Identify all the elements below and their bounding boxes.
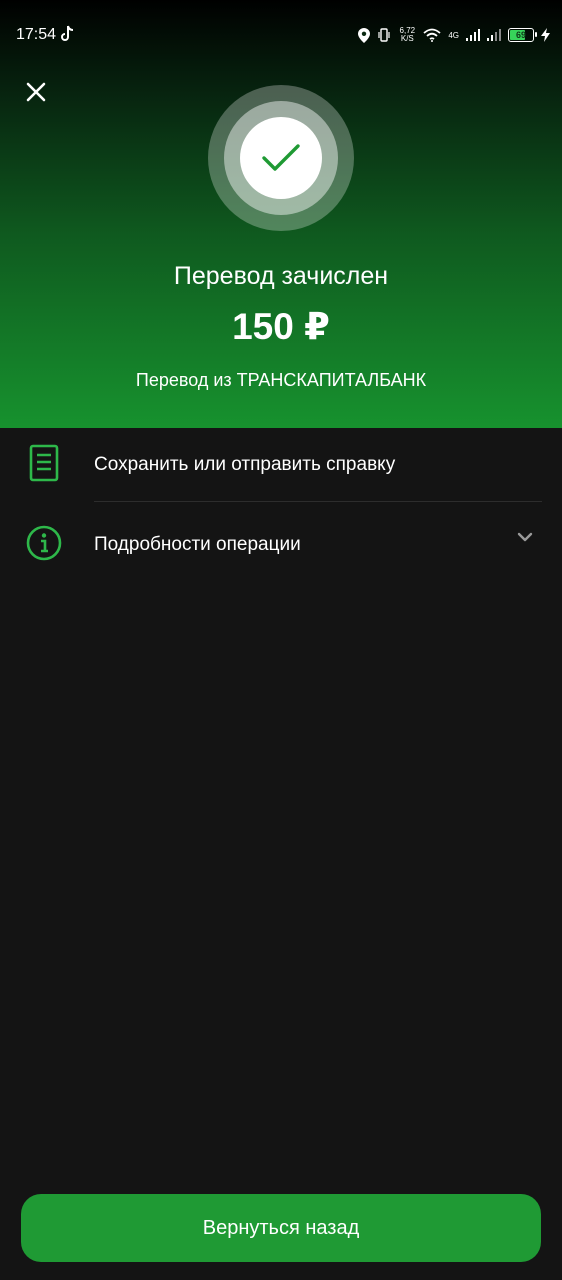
transfer-amount: 150 ₽ xyxy=(232,306,330,347)
network-speed-unit: K/S xyxy=(400,34,414,43)
battery-level: 69 xyxy=(515,30,526,40)
status-time: 17:54 xyxy=(16,26,57,43)
info-icon xyxy=(26,525,62,561)
save-receipt-label: Сохранить или отправить справку xyxy=(94,454,396,475)
battery-indicator: 69 xyxy=(508,28,537,42)
document-icon xyxy=(29,444,59,482)
save-receipt-button[interactable]: Сохранить или отправить справку xyxy=(0,428,562,500)
transfer-source: Перевод из ТРАНСКАПИТАЛБАНК xyxy=(135,370,427,390)
signal-icon xyxy=(466,29,480,41)
operation-details-toggle[interactable]: Подробности операции xyxy=(0,506,562,578)
location-icon xyxy=(358,27,371,43)
network-speed: 6,72 K/S xyxy=(398,27,416,43)
wifi-icon xyxy=(423,28,441,42)
tiktok-icon xyxy=(61,25,74,41)
divider xyxy=(94,501,542,502)
close-icon[interactable] xyxy=(20,76,52,108)
status-bar: 17:54 6,72 K/S 4G 69 xyxy=(0,0,562,68)
chevron-down-icon[interactable] xyxy=(516,530,534,544)
checkmark-icon xyxy=(262,144,300,171)
transfer-status-title: Перевод зачислен xyxy=(173,262,389,290)
signal-icon xyxy=(487,29,501,41)
vibrate-icon xyxy=(378,28,390,42)
operation-details-label: Подробности операции xyxy=(94,534,301,555)
success-badge xyxy=(240,117,322,199)
status-icons: 6,72 K/S 4G 69 xyxy=(358,24,550,46)
network-type: 4G xyxy=(448,30,459,40)
charging-icon xyxy=(541,28,550,42)
back-button[interactable]: Вернуться назад xyxy=(21,1194,541,1262)
